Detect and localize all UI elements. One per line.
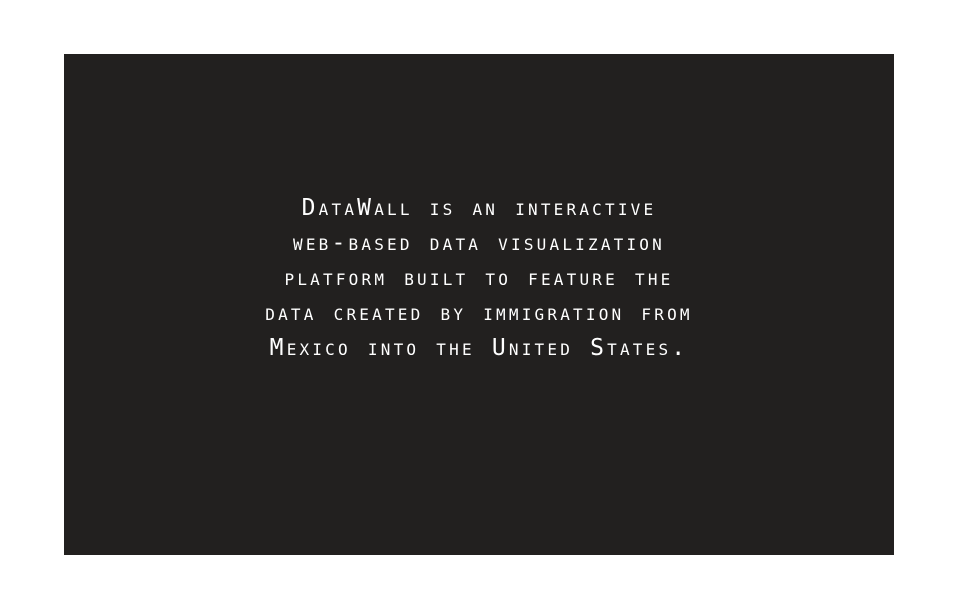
page: DataWall is an interactive web-based dat… [0, 0, 960, 600]
intro-line: data created by immigration from [265, 300, 693, 326]
intro-text: DataWall is an interactive web-based dat… [159, 191, 799, 366]
intro-line: Mexico into the United States. [269, 335, 689, 361]
intro-panel: DataWall is an interactive web-based dat… [64, 54, 894, 555]
intro-line: DataWall is an interactive [301, 195, 657, 221]
intro-line: platform built to feature the [284, 265, 674, 291]
intro-line: web-based data visualization [293, 230, 665, 256]
